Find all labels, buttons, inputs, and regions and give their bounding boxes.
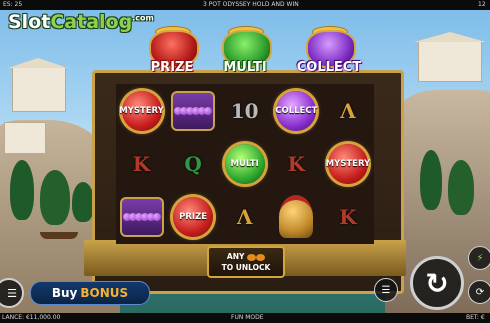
top-bar: ES: 25 3 POT ODYSSEY HOLD AND WIN 12 xyxy=(0,0,490,10)
reel-cell xyxy=(271,190,322,243)
buy-bonus-button[interactable]: Buy BONUS xyxy=(30,281,150,305)
top-bar-right-text: 12 xyxy=(478,1,486,8)
left-temple-roof xyxy=(8,58,68,68)
reel-cell: K xyxy=(116,137,167,190)
buy-bonus-label-1: Buy xyxy=(51,286,78,300)
buy-bonus-label-2: BONUS xyxy=(80,286,129,300)
right-temple-roof xyxy=(414,32,486,42)
royal-symbol: Λ xyxy=(236,204,253,229)
royal-symbol: Q xyxy=(184,151,202,176)
grapes-icon xyxy=(119,196,164,237)
pot-label: COLLECT xyxy=(296,60,362,75)
autoplay-button[interactable]: ⟳ xyxy=(468,280,490,304)
watermark-logo: SlotCatalog.com xyxy=(8,11,154,33)
boat xyxy=(40,232,78,239)
reel-cell: COLLECT xyxy=(271,84,322,137)
reel-cell: K xyxy=(271,137,322,190)
reel-cell: MULTI xyxy=(219,137,270,190)
tree xyxy=(10,160,34,220)
pot-label: PRIZE xyxy=(150,60,194,75)
bottom-bar: LANCE: €11,000.00 FUN MODE BET: € xyxy=(0,313,490,323)
reel-cell: Λ xyxy=(322,84,373,137)
left-lower-temple xyxy=(4,122,46,154)
spin-button[interactable]: ↻ xyxy=(410,256,464,310)
unlock-line2: TO UNLOCK xyxy=(221,263,271,272)
mode-readout: FUN MODE xyxy=(231,314,264,321)
reel-grid: MYSTERY 10 COLLECT Λ K Q MULTI K MYSTERY PRIZE Λ K xyxy=(116,84,374,244)
royal-symbol: K xyxy=(287,151,305,176)
pot-prize: PRIZE xyxy=(137,20,207,80)
watermark-part2: Catalog xyxy=(50,11,133,33)
bonus-orb-red: MYSTERY xyxy=(119,90,164,131)
game-title: 3 POT ODYSSEY HOLD AND WIN xyxy=(203,1,299,8)
reel-cell: PRIZE xyxy=(168,190,219,243)
left-temple xyxy=(12,66,66,112)
pot-label: MULTI xyxy=(223,60,267,75)
reel-cell: Λ xyxy=(219,190,270,243)
grape xyxy=(204,106,213,115)
grapes-icon xyxy=(171,90,216,131)
reel-cell xyxy=(116,190,167,243)
right-temple xyxy=(418,40,482,82)
pot-multi: MULTI xyxy=(210,20,280,80)
reel-cell: MYSTERY xyxy=(116,84,167,137)
pot-collect: COLLECT xyxy=(294,20,364,80)
watermark-part1: Slot xyxy=(8,11,51,33)
spartan-helmet-icon xyxy=(279,195,314,238)
reel-cell: MYSTERY xyxy=(322,137,373,190)
reel-cell: K xyxy=(322,190,373,243)
tree xyxy=(40,170,70,225)
bonus-orb-red: PRIZE xyxy=(173,196,214,237)
royal-symbol: K xyxy=(339,204,357,229)
autoplay-icon: ⟳ xyxy=(475,286,485,298)
royal-symbol: K xyxy=(132,151,151,176)
reel-cell: Q xyxy=(168,137,219,190)
reel-cell xyxy=(168,84,219,137)
royal-symbol: Λ xyxy=(340,98,356,123)
spin-icon: ↻ xyxy=(425,266,449,300)
unlock-line1: ANY xyxy=(226,252,245,261)
lightning-icon: ⚡ xyxy=(476,252,484,264)
royal-symbol: 10 xyxy=(230,98,259,123)
tree xyxy=(420,150,442,210)
bet-readout: BET: € xyxy=(466,314,485,321)
turbo-button[interactable]: ⚡ xyxy=(468,246,490,270)
unlock-panel: ANY TO UNLOCK xyxy=(207,246,285,278)
bet-button[interactable]: ☰ xyxy=(374,278,398,302)
bonus-orb-purple: COLLECT xyxy=(275,90,317,131)
top-bar-left-text: ES: 25 xyxy=(3,1,23,8)
token-icon xyxy=(247,253,257,261)
coin-stack-icon: ☰ xyxy=(381,284,391,296)
token-icon xyxy=(256,253,266,261)
grape xyxy=(152,212,161,221)
bonus-orb-green: MULTI xyxy=(224,143,265,184)
menu-icon: ☰ xyxy=(7,286,17,300)
tree xyxy=(72,182,94,222)
balance-readout: LANCE: €11,000.00 xyxy=(2,314,61,321)
reel-cell: 10 xyxy=(219,84,270,137)
tree xyxy=(448,160,474,215)
bonus-orb-red: MYSTERY xyxy=(326,143,370,184)
